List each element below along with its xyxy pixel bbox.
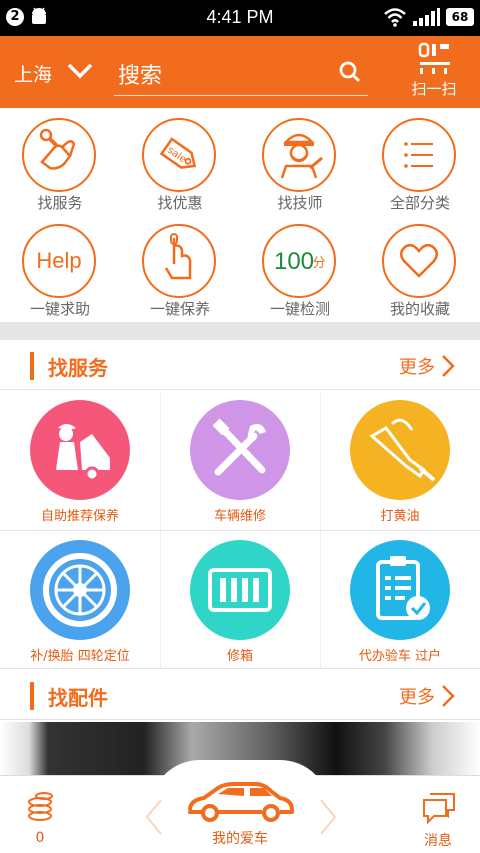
tools-icon [190, 400, 290, 500]
service-self-maintenance[interactable]: 自助推荐保养 [0, 392, 160, 530]
chevron-right-icon[interactable] [440, 684, 456, 708]
quick-item-favorites[interactable]: 我的收藏 [360, 214, 480, 320]
service-label: 修箱 [226, 649, 253, 664]
quick-item-help[interactable]: Help 一键求助 [0, 214, 120, 320]
hand-wrench-icon [22, 118, 96, 192]
quick-item-label: 找技师 [277, 194, 323, 212]
chevron-right-icon[interactable] [440, 354, 456, 378]
signal-icon [413, 8, 440, 26]
quick-item-label: 一键保养 [149, 300, 210, 318]
service-label: 补/换胎 四轮定位 [30, 649, 130, 664]
svg-text:100: 100 [274, 248, 314, 275]
qr-scan-icon [418, 42, 450, 74]
row-divider [0, 668, 480, 669]
quick-item-all-categories[interactable]: 全部分类 [360, 108, 480, 214]
message-label[interactable]: 消息 [400, 830, 476, 850]
parts-section-header: 找配件 更多 [0, 670, 480, 720]
my-car-label[interactable]: 我的爱车 [150, 828, 330, 848]
chevron-down-icon[interactable] [66, 62, 94, 80]
car-repair-icon [30, 400, 130, 500]
quick-item-label: 全部分类 [389, 194, 450, 212]
service-grease[interactable]: 打黄油 [320, 392, 480, 530]
grease-gun-icon [350, 400, 450, 500]
service-inspection-transfer[interactable]: 代办验车 过户 [320, 532, 480, 670]
list-icon [382, 118, 456, 192]
clock: 4:41 PM [206, 7, 274, 27]
service-section-header: 找服务 更多 [0, 340, 480, 390]
search-placeholder: 搜索 [118, 64, 163, 89]
quick-item-inspection[interactable]: 100 分 一键检测 [240, 214, 360, 320]
quick-item-find-mechanic[interactable]: 找技师 [240, 108, 360, 214]
svg-text:分: 分 [312, 256, 325, 271]
radiator-icon [190, 540, 290, 640]
wheel-icon [30, 540, 130, 640]
quick-actions: 找服务 sale 找优惠 找技师 全部分类 Help 一键求助 一键保养 100… [0, 108, 480, 324]
sale-tag-icon: sale [142, 118, 216, 192]
scan-label: 扫一扫 [411, 80, 457, 98]
service-radiator[interactable]: 修箱 [160, 532, 320, 670]
city-selector[interactable]: 上海 [14, 60, 52, 87]
section-title: 找服务 [48, 356, 108, 380]
scan-button[interactable]: 扫一扫 [404, 42, 468, 102]
more-services-link[interactable]: 更多 [399, 353, 435, 379]
message-icon[interactable] [420, 790, 458, 824]
mechanic-icon [262, 118, 336, 192]
battery-indicator: 68 [446, 8, 474, 26]
search-input[interactable]: 搜索 [114, 52, 368, 96]
clipboard-check-icon [350, 540, 450, 640]
section-accent-bar [30, 682, 34, 710]
service-label: 车辆维修 [213, 509, 266, 524]
svg-text:Help: Help [36, 248, 81, 273]
row-divider [0, 530, 480, 531]
app-screen: 2 4:41 PM 68 上海 搜索 扫一扫 找服务 sale 找优惠 找技师 … [0, 0, 480, 853]
wifi-icon [384, 8, 406, 27]
service-vehicle-repair[interactable]: 车辆维修 [160, 392, 320, 530]
section-title: 找配件 [48, 686, 108, 710]
coins-count: 0 [35, 830, 45, 846]
section-divider [0, 322, 480, 340]
section-accent-bar [30, 352, 34, 380]
quick-item-label: 一键求助 [29, 300, 90, 318]
service-tire-alignment[interactable]: 补/换胎 四轮定位 [0, 532, 160, 670]
status-bar: 2 4:41 PM 68 [0, 0, 480, 36]
service-label: 自助推荐保养 [40, 509, 119, 524]
app-header: 上海 搜索 扫一扫 [0, 36, 480, 108]
quick-item-label: 找优惠 [157, 194, 203, 212]
quick-item-find-service[interactable]: 找服务 [0, 108, 120, 214]
tap-hand-icon [142, 224, 216, 298]
quick-item-label: 我的收藏 [389, 300, 450, 318]
help-icon: Help [22, 224, 96, 298]
score-icon: 100 分 [262, 224, 336, 298]
quick-item-label: 一键检测 [269, 300, 330, 318]
service-label: 打黄油 [380, 509, 420, 524]
quick-item-find-deals[interactable]: sale 找优惠 [120, 108, 240, 214]
more-parts-link[interactable]: 更多 [399, 683, 435, 709]
coins-icon[interactable] [26, 792, 54, 822]
service-label: 代办验车 过户 [358, 649, 442, 664]
car-icon[interactable] [184, 780, 296, 824]
search-icon[interactable] [338, 60, 362, 84]
quick-item-maintenance[interactable]: 一键保养 [120, 214, 240, 320]
quick-item-label: 找服务 [37, 194, 83, 212]
heart-icon [382, 224, 456, 298]
